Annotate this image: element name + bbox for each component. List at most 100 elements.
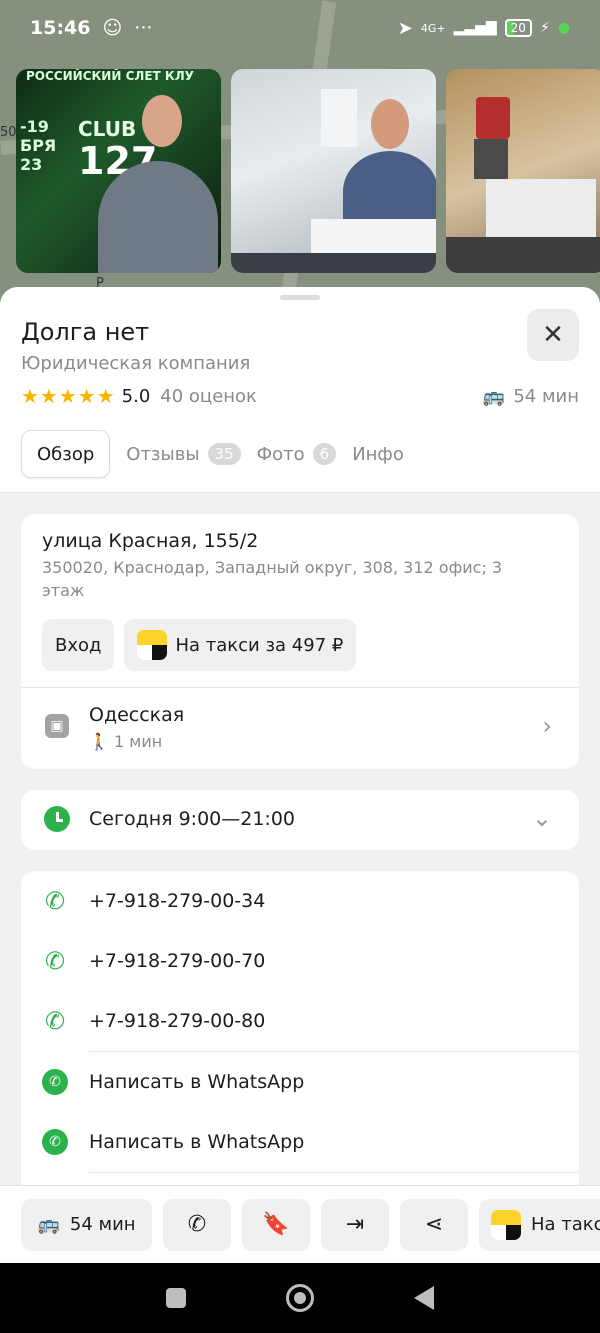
enter-icon: ⇥ bbox=[345, 1212, 365, 1237]
address-card: улица Красная, 155/2 350020, Краснодар, … bbox=[21, 514, 579, 769]
phone-number: +7-918-279-00-70 bbox=[89, 950, 266, 972]
network-label: 4G+ bbox=[420, 21, 446, 35]
sheet-header: Долга нет Юридическая компания ✕ ★★★★★ 5… bbox=[0, 287, 600, 493]
route-button[interactable]: 🚌 54 мин bbox=[21, 1198, 152, 1251]
address-buttons: Вход На такси за 497 ₽ bbox=[42, 619, 357, 671]
whatsapp-icon-wrap: ✆ bbox=[21, 1069, 89, 1095]
bookmark-button[interactable]: 🔖 bbox=[242, 1198, 310, 1251]
status-time: 15:46 bbox=[30, 17, 91, 39]
entrance-label: Вход bbox=[55, 634, 102, 656]
share-icon: ⋖ bbox=[424, 1212, 444, 1237]
calendar-shape bbox=[321, 89, 357, 147]
whatsapp-icon: ✆ bbox=[42, 1129, 68, 1155]
phone-row[interactable]: ✆ +7-918-279-00-70 bbox=[21, 931, 579, 991]
phone-icon: ✆ bbox=[44, 947, 66, 975]
drag-handle[interactable] bbox=[280, 295, 320, 300]
recents-icon[interactable] bbox=[166, 1288, 186, 1308]
tab-label: Отзывы bbox=[126, 443, 200, 465]
full-address: 350020, Краснодар, Западный округ, 308, … bbox=[42, 558, 503, 600]
emblem-icon bbox=[476, 97, 510, 139]
photo-1[interactable]: РОССИЙСКИЙ СЛЕТ КЛУ CLUB 127 -19 БРЯ 23 bbox=[16, 69, 221, 273]
tab-overview[interactable]: Обзор bbox=[21, 430, 111, 478]
chevron-right-icon: › bbox=[542, 712, 552, 740]
taxi-button[interactable]: На такси за 497 ₽ bbox=[124, 619, 357, 671]
photo-3[interactable] bbox=[446, 69, 600, 273]
chair-shape bbox=[474, 139, 508, 179]
back-icon[interactable] bbox=[414, 1286, 434, 1310]
whatsapp-label: Написать в WhatsApp bbox=[89, 1071, 305, 1093]
person-head bbox=[371, 99, 409, 149]
person-head bbox=[142, 95, 182, 147]
phone-icon: ✆ bbox=[187, 1212, 207, 1237]
taxi-action-button[interactable]: На такс bbox=[479, 1198, 600, 1251]
eta-value: 54 мин bbox=[513, 385, 579, 407]
chevron-down-icon: ⌄ bbox=[531, 804, 552, 832]
taxi-action-label: На такс bbox=[531, 1214, 600, 1235]
location-arrow-icon: ➤ bbox=[397, 17, 413, 39]
phone-icon: ✆ bbox=[44, 887, 66, 915]
call-button[interactable]: ✆ bbox=[163, 1198, 231, 1251]
bus-icon: 🚌 bbox=[37, 1214, 60, 1235]
contacts-card: ✆ +7-918-279-00-34 ✆ +7-918-279-00-70 ✆ … bbox=[21, 871, 579, 1187]
tab-reviews[interactable]: Отзывы 35 bbox=[126, 430, 241, 478]
place-sheet: Долга нет Юридическая компания ✕ ★★★★★ 5… bbox=[0, 287, 600, 1187]
phone-row[interactable]: ✆ +7-918-279-00-34 bbox=[21, 871, 579, 931]
whatsapp-icon: ✆ bbox=[42, 1069, 68, 1095]
bookmark-icon: 🔖 bbox=[262, 1212, 290, 1237]
divider bbox=[89, 1172, 579, 1173]
tab-badge: 6 bbox=[312, 443, 337, 465]
desk-shape bbox=[446, 237, 600, 273]
phone-row[interactable]: ✆ +7-918-279-00-80 bbox=[21, 991, 579, 1051]
transit-stop-row[interactable]: ▣ Одесская 🚶 1 мин › bbox=[21, 687, 579, 769]
entrance-button[interactable]: Вход bbox=[42, 619, 115, 671]
hours-card[interactable]: Сегодня 9:00—21:00 ⌄ bbox=[21, 790, 579, 850]
person-figure bbox=[98, 161, 218, 273]
whatsapp-icon-wrap: ✆ bbox=[21, 1129, 89, 1155]
opening-hours: Сегодня 9:00—21:00 bbox=[89, 808, 296, 830]
place-title: Долга нет bbox=[21, 318, 150, 346]
whatsapp-row[interactable]: ✆ Написать в WhatsApp bbox=[21, 1112, 579, 1172]
photo-carousel[interactable]: РОССИЙСКИЙ СЛЕТ КЛУ CLUB 127 -19 БРЯ 23 bbox=[16, 69, 600, 273]
papers-shape bbox=[311, 219, 436, 253]
tab-label: Фото bbox=[256, 443, 305, 465]
reviews-count[interactable]: 40 оценок bbox=[160, 386, 257, 407]
place-category: Юридическая компания bbox=[21, 353, 251, 374]
signal-icon: ▂▃▅▇ bbox=[453, 20, 497, 36]
taxi-label: На такси за 497 ₽ bbox=[175, 634, 344, 656]
system-nav-bar bbox=[0, 1263, 600, 1333]
papers-shape bbox=[486, 179, 596, 239]
phone-icon: ✆ bbox=[44, 1007, 66, 1035]
close-button[interactable]: ✕ bbox=[527, 309, 579, 361]
action-bar: 🚌 54 мин ✆ 🔖 ⇥ ⋖ На такс bbox=[0, 1185, 600, 1263]
bus-icon: 🚌 bbox=[482, 385, 506, 407]
home-icon[interactable] bbox=[286, 1284, 314, 1312]
photo-2[interactable] bbox=[231, 69, 436, 273]
taxi-icon bbox=[137, 630, 168, 660]
whatsapp-row[interactable]: ✆ Написать в WhatsApp bbox=[21, 1052, 579, 1112]
share-button[interactable]: ⋖ bbox=[400, 1198, 468, 1251]
desk-shape bbox=[231, 253, 436, 273]
whatsapp-label: Написать в WhatsApp bbox=[89, 1131, 305, 1153]
star-rating-icon: ★★★★★ bbox=[21, 384, 116, 408]
tab-label: Инфо bbox=[352, 443, 404, 465]
map-label: 50 bbox=[0, 125, 17, 140]
tab-photos[interactable]: Фото 6 bbox=[257, 430, 337, 478]
rating-value: 5.0 bbox=[121, 385, 151, 407]
tab-bar: Обзор Отзывы 35 Фото 6 Инфо bbox=[21, 430, 404, 478]
entrance-route-button[interactable]: ⇥ bbox=[321, 1198, 389, 1251]
route-eta: 54 мин bbox=[69, 1214, 136, 1235]
status-bar: 15:46 ☺ ··· ➤ 4G+ ▂▃▅▇ 20 ⚡ ● bbox=[0, 0, 600, 56]
rating-row: ★★★★★ 5.0 40 оценок 🚌 54 мин bbox=[21, 384, 579, 408]
transit-walk-time: 🚶 1 мин bbox=[89, 732, 162, 751]
close-icon: ✕ bbox=[542, 320, 564, 350]
phone-number: +7-918-279-00-34 bbox=[89, 890, 266, 912]
bus-stop-icon: ▣ bbox=[45, 714, 69, 738]
phone-number: +7-918-279-00-80 bbox=[89, 1010, 266, 1032]
tab-badge: 35 bbox=[207, 443, 241, 465]
street-address[interactable]: улица Красная, 155/2 bbox=[42, 530, 258, 552]
tab-info[interactable]: Инфо bbox=[352, 430, 404, 478]
transit-stop-name: Одесская bbox=[89, 704, 185, 726]
photo-date-text: -19 БРЯ 23 bbox=[20, 117, 57, 174]
charging-icon: ⚡ bbox=[539, 20, 550, 36]
eta-info[interactable]: 🚌 54 мин bbox=[483, 386, 579, 407]
